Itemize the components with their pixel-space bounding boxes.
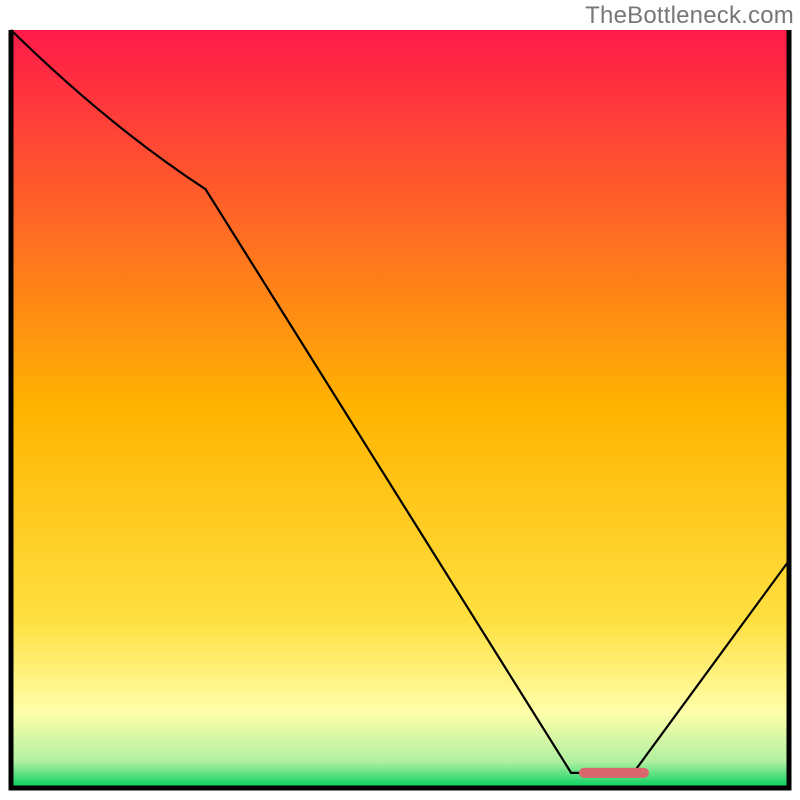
chart-frame: TheBottleneck.com [0,0,800,800]
bottleneck-chart [0,0,800,800]
optimum-marker [579,768,649,778]
gradient-background [11,30,789,788]
